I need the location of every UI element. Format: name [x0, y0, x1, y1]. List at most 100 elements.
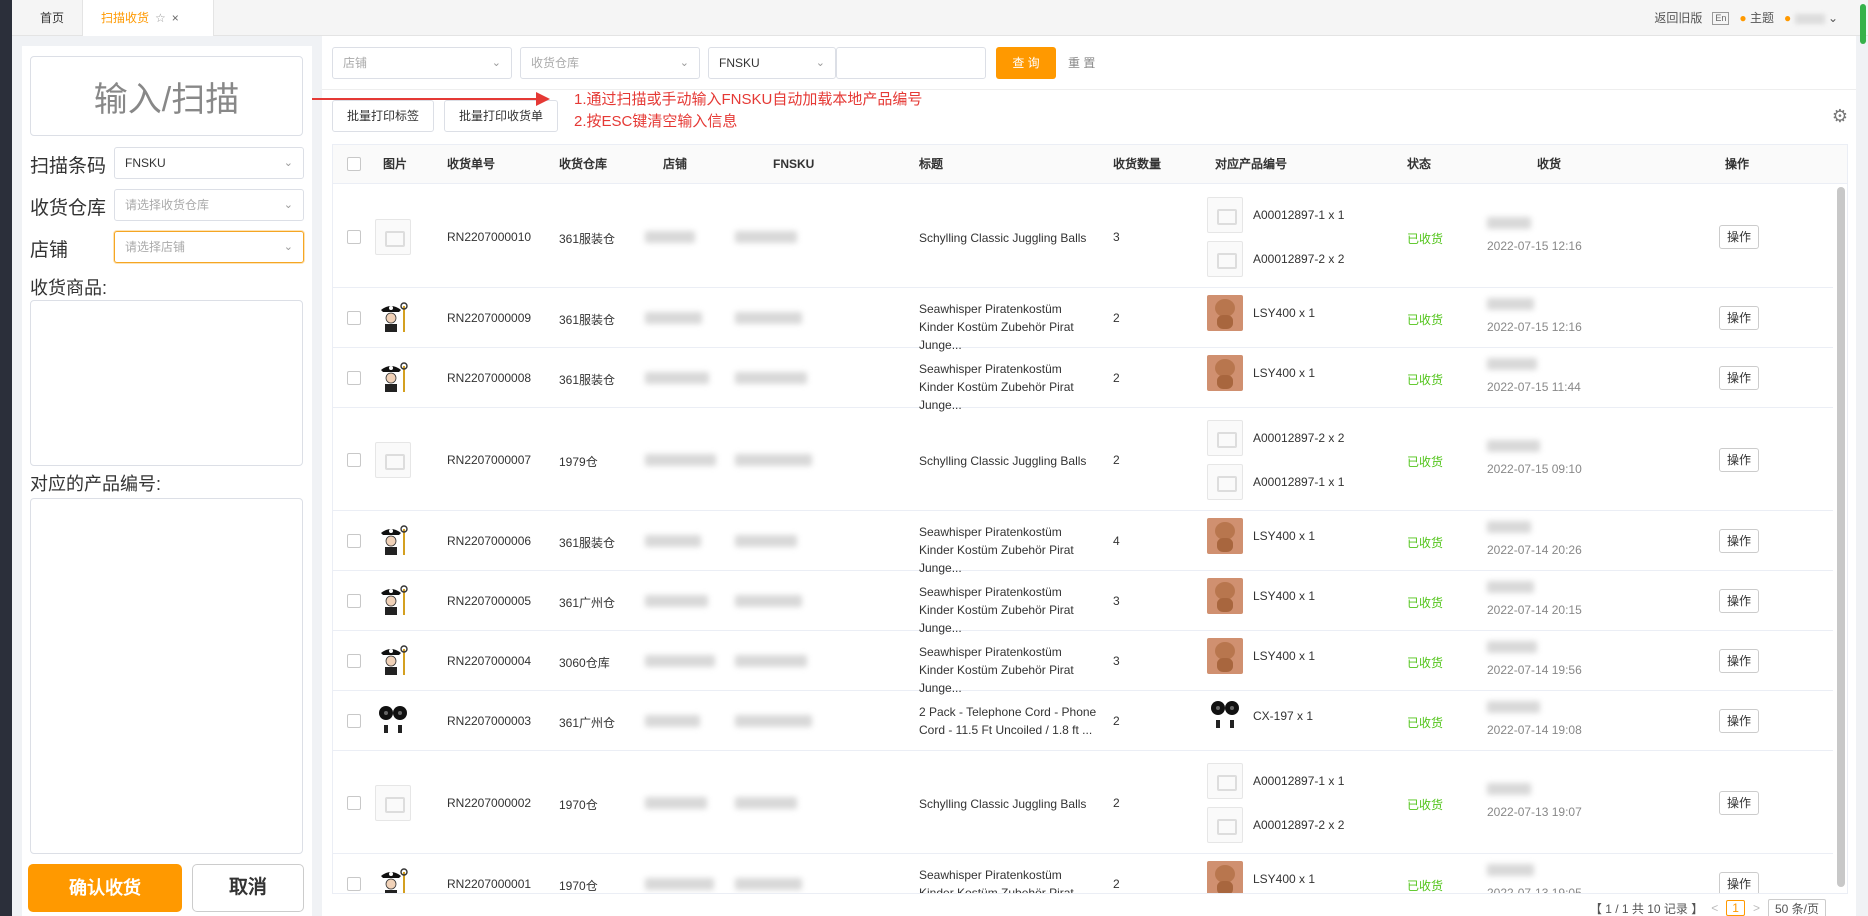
pager-next-button[interactable]: >	[1753, 901, 1760, 915]
status-badge: 已收货	[1407, 656, 1444, 670]
product-title: Seawhisper Piratenkostüm Kinder Kostüm Z…	[919, 302, 1074, 352]
cancel-button[interactable]: 取消	[192, 864, 304, 912]
pager-prev-button[interactable]: <	[1711, 901, 1718, 915]
table-row[interactable]: RN2207000002 1970仓 Schylling Classic Juggl…	[333, 751, 1833, 854]
barcode-type-select[interactable]: FNSKU ⌄	[114, 147, 304, 179]
image-placeholder-icon	[375, 442, 411, 478]
chevron-down-icon: ⌄	[1827, 11, 1838, 25]
reset-button[interactable]: 重 置	[1068, 47, 1095, 79]
warehouse-name: 3060仓库	[559, 656, 610, 670]
row-checkbox[interactable]	[347, 714, 361, 728]
row-action-button[interactable]: 操作	[1719, 649, 1759, 673]
table-row[interactable]: RN2207000006 361服装仓 Seawhisper Piratenkost…	[333, 511, 1833, 575]
warehouse-select[interactable]: 请选择收货仓库 ⌄	[114, 189, 304, 221]
row-checkbox[interactable]	[347, 453, 361, 467]
receipt-number: RN2207000005	[447, 594, 532, 608]
goods-textarea[interactable]	[30, 300, 303, 466]
receive-date: 2022-07-15 12:16	[1487, 239, 1582, 253]
row-action-button[interactable]: 操作	[1719, 366, 1759, 390]
image-placeholder-icon	[1207, 420, 1243, 456]
row-action-button[interactable]: 操作	[1719, 225, 1759, 249]
product-code: LSY400 x 1	[1253, 366, 1316, 380]
query-button[interactable]: 查 询	[996, 47, 1056, 79]
row-checkbox[interactable]	[347, 371, 361, 385]
tab-home[interactable]: 首页	[22, 0, 82, 36]
col-receipt-no: 收货单号	[447, 157, 496, 171]
chevron-down-icon: ⌄	[815, 57, 825, 69]
row-action-button[interactable]: 操作	[1719, 872, 1759, 893]
store-name-blurred	[645, 231, 695, 243]
annotation-arrow-head	[536, 92, 550, 106]
table-row[interactable]: RN2207000003 361广州仓 2 Pack - Telephone Cor…	[333, 691, 1833, 751]
table-row[interactable]: RN2207000001 1970仓 Seawhisper Piratenkostü…	[333, 854, 1833, 893]
product-code-textarea[interactable]	[30, 498, 303, 854]
col-qty: 收货数量	[1113, 157, 1162, 171]
row-action-button[interactable]: 操作	[1719, 791, 1759, 815]
theme-button[interactable]: ● 主题	[1739, 0, 1774, 36]
back-old-version-link[interactable]: 返回旧版	[1654, 0, 1702, 36]
search-field-select[interactable]: FNSKU ⌄	[708, 47, 836, 79]
gear-icon[interactable]: ⚙	[1832, 106, 1848, 127]
status-badge: 已收货	[1407, 716, 1444, 730]
warehouse-filter[interactable]: 收货仓库 ⌄	[520, 47, 700, 79]
product-title: Schylling Classic Juggling Balls	[919, 797, 1087, 811]
table-row[interactable]: RN2207000005 361广州仓 Seawhisper Piratenkost…	[333, 571, 1833, 635]
row-action-button[interactable]: 操作	[1719, 709, 1759, 733]
store-name-blurred	[645, 595, 708, 607]
table-row[interactable]: RN2207000010 361服装仓 Schylling Classic Jugg…	[333, 185, 1833, 288]
confirm-receive-button[interactable]: 确认收货	[28, 864, 182, 912]
product-title: 2 Pack - Telephone Cord - Phone Cord - 1…	[919, 705, 1097, 737]
barcode-type-value: FNSKU	[125, 156, 166, 170]
store-select[interactable]: 请选择店铺 ⌄	[114, 231, 304, 263]
language-icon[interactable]: En	[1712, 11, 1730, 25]
warehouse-name: 361服装仓	[559, 313, 616, 327]
table-row[interactable]: RN2207000007 1979仓 Schylling Classic Juggl…	[333, 408, 1833, 511]
receiver-blurred	[1487, 641, 1537, 653]
col-title: 标题	[919, 157, 944, 171]
table-scrollbar[interactable]	[1837, 187, 1845, 887]
product-thumbnail	[375, 583, 411, 619]
row-checkbox[interactable]	[347, 594, 361, 608]
row-checkbox[interactable]	[347, 311, 361, 325]
search-input[interactable]	[836, 47, 986, 79]
page-size-select[interactable]: 50 条/页	[1767, 898, 1826, 916]
close-icon[interactable]: ×	[172, 11, 179, 25]
warehouse-filter-placeholder: 收货仓库	[531, 56, 580, 70]
product-title: Schylling Classic Juggling Balls	[919, 454, 1087, 468]
warehouse-label: 收货仓库	[30, 198, 107, 219]
row-checkbox[interactable]	[347, 534, 361, 548]
user-menu[interactable]: ● ⌄	[1784, 0, 1838, 36]
store-name-blurred	[645, 454, 716, 466]
store-placeholder: 请选择店铺	[125, 240, 186, 254]
row-checkbox[interactable]	[347, 230, 361, 244]
row-checkbox[interactable]	[347, 796, 361, 810]
star-icon[interactable]: ☆	[155, 11, 166, 25]
fnsku-blurred	[735, 595, 802, 607]
row-checkbox[interactable]	[347, 654, 361, 668]
table-row[interactable]: RN2207000009 361服装仓 Seawhisper Piratenkost…	[333, 288, 1833, 352]
pagination: 【 1 / 1 共 10 记录 】 < 1 > 50 条/页	[1590, 898, 1826, 916]
batch-print-labels-button[interactable]: 批量打印标签	[332, 100, 435, 132]
product-thumbnail	[375, 703, 411, 739]
select-all-checkbox[interactable]	[347, 157, 361, 171]
store-name-blurred	[645, 372, 709, 384]
row-checkbox[interactable]	[347, 877, 361, 891]
store-filter-placeholder: 店铺	[343, 56, 368, 70]
product-thumbnail	[375, 643, 411, 679]
row-action-button[interactable]: 操作	[1719, 529, 1759, 553]
product-title: Schylling Classic Juggling Balls	[919, 231, 1087, 245]
receipt-number: RN2207000001	[447, 877, 532, 891]
tab-scan-receive[interactable]: 扫描收货 ☆ ×	[82, 0, 214, 36]
receive-date: 2022-07-13 19:07	[1487, 805, 1582, 819]
table-row[interactable]: RN2207000004 3060仓库 Seawhisper Piratenkost…	[333, 631, 1833, 695]
row-action-button[interactable]: 操作	[1719, 448, 1759, 472]
store-filter[interactable]: 店铺 ⌄	[332, 47, 512, 79]
product-thumbnail	[1207, 518, 1243, 554]
pager-current-page[interactable]: 1	[1726, 900, 1745, 916]
row-action-button[interactable]: 操作	[1719, 306, 1759, 330]
warehouse-name: 361服装仓	[559, 232, 616, 246]
scan-input[interactable]: 输入/扫描	[30, 56, 303, 136]
table-row[interactable]: RN2207000008 361服装仓 Seawhisper Piratenkost…	[333, 348, 1833, 412]
receiver-blurred	[1487, 701, 1540, 713]
row-action-button[interactable]: 操作	[1719, 589, 1759, 613]
